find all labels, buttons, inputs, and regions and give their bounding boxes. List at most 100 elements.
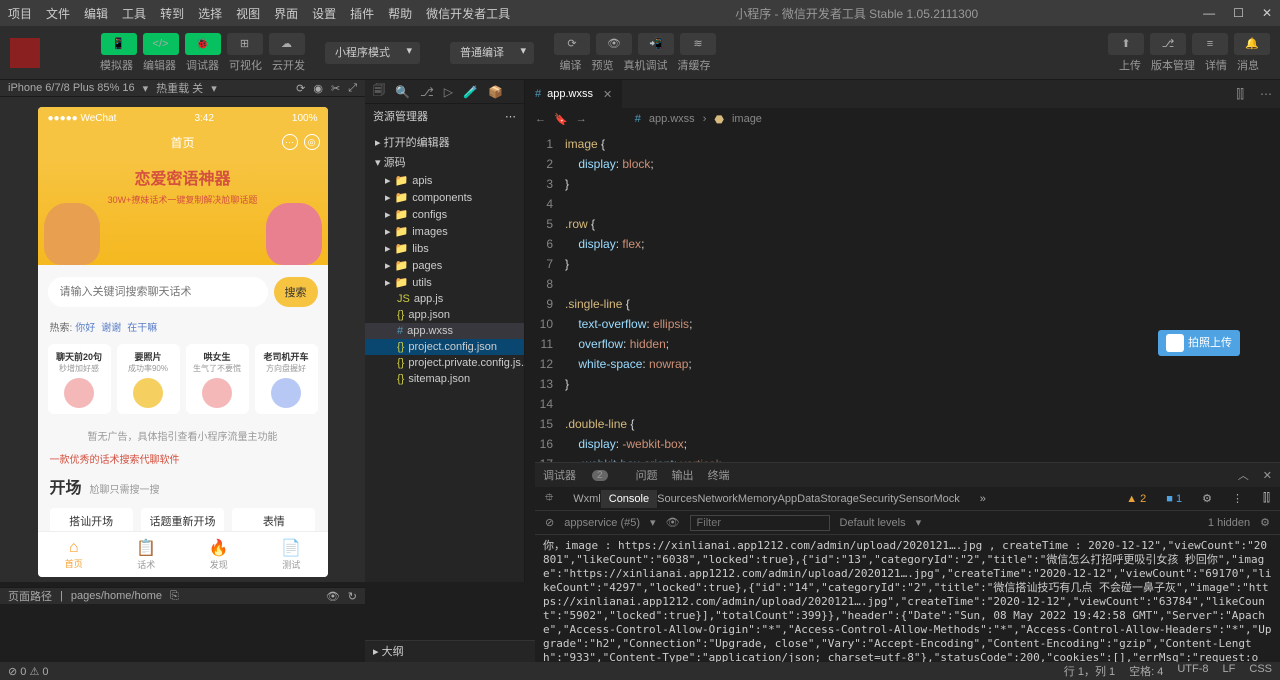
tree-item[interactable]: ▸ 📁 libs bbox=[365, 240, 524, 257]
tree-item[interactable]: ▸ 📁 components bbox=[365, 189, 524, 206]
panel-tab[interactable]: 输出 bbox=[672, 470, 694, 482]
eye-icon[interactable]: 👁 bbox=[666, 516, 680, 529]
message-button[interactable]: 🔔 bbox=[1234, 33, 1270, 55]
console-output[interactable]: 你，image : https://xinlianai.app1212.com/… bbox=[535, 535, 1280, 662]
tree-item[interactable]: {} project.private.config.js... bbox=[365, 355, 524, 371]
hot-link[interactable]: 谢谢 bbox=[101, 323, 121, 334]
refresh-icon[interactable]: ⟳ bbox=[296, 82, 305, 95]
upload-button[interactable]: ⬆ bbox=[1108, 33, 1144, 55]
details-button[interactable]: ≡ bbox=[1192, 33, 1228, 55]
clear-icon[interactable]: ⊘ bbox=[545, 516, 554, 529]
feature-card[interactable]: 哄女生生气了不要慌 bbox=[186, 344, 249, 414]
encoding-info[interactable]: UTF-8 bbox=[1177, 663, 1208, 679]
feature-card[interactable]: 聊天前20句秒增加好感 bbox=[48, 344, 111, 414]
breadcrumb-file[interactable]: app.wxss bbox=[649, 113, 695, 125]
tree-item[interactable]: {} app.json bbox=[365, 307, 524, 323]
menu-item[interactable]: 文件 bbox=[46, 5, 70, 22]
editor-button[interactable]: </> bbox=[143, 33, 179, 55]
problems-count[interactable]: ⊘ 0 ⚠ 0 bbox=[8, 665, 48, 678]
menu-icon[interactable]: ⋯ bbox=[282, 134, 298, 150]
info-badge[interactable]: ■ 1 bbox=[1166, 493, 1182, 505]
breadcrumb-symbol[interactable]: image bbox=[732, 113, 762, 125]
editor-tab[interactable]: # app.wxss ✕ bbox=[525, 80, 622, 108]
menu-item[interactable]: 编辑 bbox=[84, 5, 108, 22]
editor-more-icon[interactable]: ⋯ bbox=[1252, 87, 1280, 101]
box-icon[interactable]: 📦 bbox=[488, 85, 503, 99]
tabbar-item[interactable]: 🔥发现 bbox=[183, 532, 256, 577]
mode-select[interactable]: 小程序模式 bbox=[325, 42, 420, 64]
menu-item[interactable]: 项目 bbox=[8, 5, 32, 22]
version-button[interactable]: ⎇ bbox=[1150, 33, 1186, 55]
menu-item[interactable]: 转到 bbox=[160, 5, 184, 22]
files-icon[interactable]: 🗐 bbox=[373, 81, 385, 102]
menu-item[interactable]: 插件 bbox=[350, 5, 374, 22]
search-button[interactable]: 搜索 bbox=[274, 277, 318, 307]
menu-item[interactable]: 界面 bbox=[274, 5, 298, 22]
menu-item[interactable]: 工具 bbox=[122, 5, 146, 22]
devtools-tab[interactable]: AppData bbox=[778, 493, 821, 505]
back-icon[interactable]: ← bbox=[535, 113, 546, 125]
tree-item[interactable]: ▸ 打开的编辑器 bbox=[365, 132, 524, 152]
search-icon[interactable]: 🔍 bbox=[395, 85, 410, 99]
tree-item[interactable]: ▸ 📁 configs bbox=[365, 206, 524, 223]
debug-icon[interactable]: ▷ bbox=[444, 85, 453, 99]
feature-card[interactable]: 要照片成功率90% bbox=[117, 344, 180, 414]
warnings-badge[interactable]: ▲ 2 bbox=[1126, 493, 1146, 505]
devtools-tab[interactable]: Console bbox=[601, 490, 657, 508]
tab-close-icon[interactable]: ✕ bbox=[603, 88, 612, 101]
chevron-up-icon[interactable]: ︿ bbox=[1238, 467, 1249, 483]
remote-debug-button[interactable]: 📲 bbox=[638, 33, 674, 55]
context-select[interactable]: appservice (#5) bbox=[564, 517, 640, 529]
phone-simulator[interactable]: ●●●●● WeChat 3:42 100% 首页 ⋯◎ 恋爱密语神器 30W+… bbox=[38, 107, 328, 577]
devtools-tab[interactable]: Network bbox=[697, 493, 737, 505]
filter-input[interactable] bbox=[690, 515, 830, 531]
cursor-position[interactable]: 行 1，列 1 bbox=[1064, 663, 1115, 679]
tabbar-item[interactable]: 📋话术 bbox=[110, 532, 183, 577]
panel-tab[interactable]: 问题 bbox=[636, 470, 658, 482]
compile-select[interactable]: 普通编译 bbox=[450, 42, 534, 64]
devtools-tab[interactable]: Mock bbox=[934, 493, 960, 505]
tree-item[interactable]: JS app.js bbox=[365, 291, 524, 307]
search-input[interactable] bbox=[48, 277, 268, 307]
device-select[interactable]: iPhone 6/7/8 Plus 85% 16 bbox=[8, 82, 135, 94]
visual-button[interactable]: ⊞ bbox=[227, 33, 263, 55]
tree-item[interactable]: # app.wxss bbox=[365, 323, 524, 339]
tree-item[interactable]: ▾ 源码 bbox=[365, 152, 524, 172]
hidden-count[interactable]: 1 hidden bbox=[1208, 517, 1250, 529]
rotate-icon[interactable]: ↻ bbox=[348, 590, 357, 603]
tabbar-item[interactable]: ⌂首页 bbox=[38, 532, 111, 577]
bookmark-icon[interactable]: 🔖 bbox=[554, 113, 568, 126]
maximize-icon[interactable]: ☐ bbox=[1233, 6, 1244, 20]
record-icon[interactable]: ◉ bbox=[313, 82, 323, 95]
gear-icon[interactable]: ⚙ bbox=[1202, 492, 1212, 505]
tree-item[interactable]: {} project.config.json bbox=[365, 339, 524, 355]
tabbar-item[interactable]: 📄测试 bbox=[255, 532, 328, 577]
devtools-tab[interactable]: Security bbox=[859, 493, 899, 505]
outline-header[interactable]: ▸ 大纲 bbox=[365, 640, 535, 662]
hot-link[interactable]: 你好 bbox=[75, 323, 95, 334]
compile-button[interactable]: ⟳ bbox=[554, 33, 590, 55]
devtools-tab[interactable]: Wxml bbox=[573, 493, 601, 505]
close-icon[interactable]: ✕ bbox=[1262, 6, 1272, 20]
menu-item[interactable]: 帮助 bbox=[388, 5, 412, 22]
clear-cache-button[interactable]: ≋ bbox=[680, 33, 716, 55]
inspect-icon[interactable]: ⯐ bbox=[545, 489, 553, 508]
preview-button[interactable]: 👁 bbox=[596, 33, 632, 55]
panel-tab[interactable]: 终端 bbox=[708, 470, 730, 482]
tree-item[interactable]: {} sitemap.json bbox=[365, 371, 524, 387]
tree-item[interactable]: ▸ 📁 pages bbox=[365, 257, 524, 274]
devtools-tab[interactable]: Sources bbox=[657, 493, 697, 505]
debugger-tab[interactable]: 调试器 bbox=[543, 467, 576, 483]
forward-icon[interactable]: → bbox=[576, 113, 587, 125]
test-icon[interactable]: 🧪 bbox=[463, 85, 478, 99]
close-capsule-icon[interactable]: ◎ bbox=[304, 134, 320, 150]
cloud-button[interactable]: ☁ bbox=[269, 33, 305, 55]
eye-icon[interactable]: 👁 bbox=[326, 590, 340, 603]
minimize-icon[interactable]: ― bbox=[1203, 6, 1215, 20]
expand-icon[interactable]: ⤢ bbox=[348, 82, 357, 95]
split-icon[interactable]: ⫿⫿ bbox=[1228, 87, 1252, 102]
debugger-button[interactable]: 🐞 bbox=[185, 33, 221, 55]
menu-item[interactable]: 微信开发者工具 bbox=[426, 5, 510, 22]
page-path[interactable]: pages/home/home bbox=[71, 590, 162, 602]
feature-card[interactable]: 老司机开车方向盘握好 bbox=[255, 344, 318, 414]
